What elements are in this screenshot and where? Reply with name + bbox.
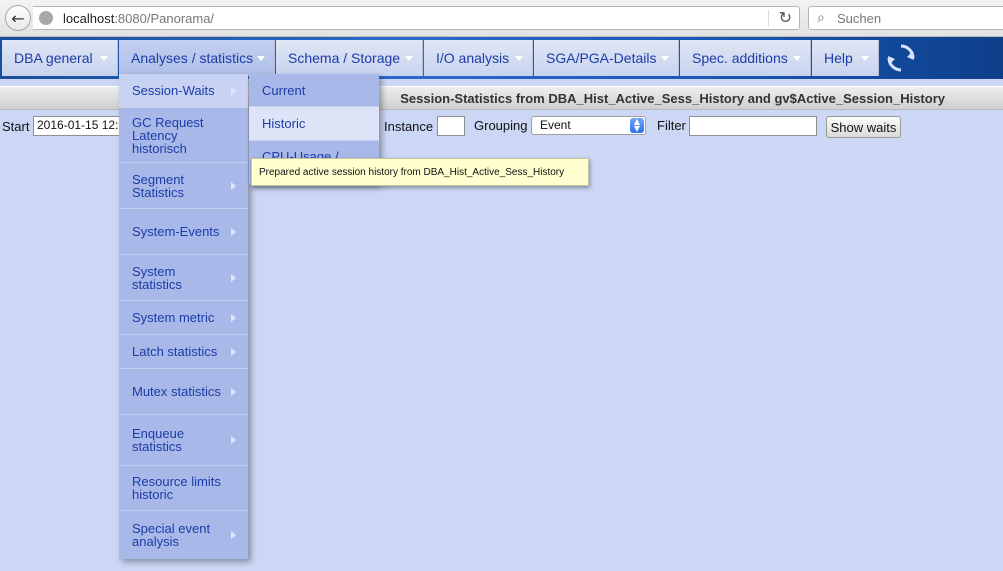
browser-search-input[interactable]: ⌕ Suchen	[808, 6, 1003, 30]
reload-icon[interactable]: ↻	[779, 8, 792, 27]
dropdown-item-resource-limits[interactable]: Resource limits historic	[119, 466, 248, 511]
dropdown-item-mutex-statistics[interactable]: Mutex statistics	[119, 369, 248, 415]
instance-input[interactable]	[437, 116, 465, 136]
instance-label: Instance	[384, 119, 434, 134]
menu-io-analysis[interactable]: I/O analysis	[424, 40, 533, 76]
dropdown-item-system-events[interactable]: System-Events	[119, 209, 248, 255]
start-label: Start	[2, 119, 30, 134]
search-icon: ⌕	[817, 10, 825, 26]
dropdown-item-system-statistics[interactable]: System statistics	[119, 255, 248, 301]
filter-input[interactable]	[689, 116, 817, 136]
show-waits-button[interactable]: Show waits	[826, 116, 901, 138]
grouping-select[interactable]: Event ▲ ▼	[531, 116, 646, 135]
menu-schema-storage[interactable]: Schema / Storage	[276, 40, 423, 76]
dropdown-item-special-event[interactable]: Special event analysis	[119, 511, 248, 559]
dropdown-item-session-waits[interactable]: Session-Waits	[119, 74, 248, 108]
globe-icon	[39, 11, 53, 25]
dropdown-item-system-metric[interactable]: System metric	[119, 301, 248, 335]
dropdown-item-gc-request-latency[interactable]: GC Request Latency historisch	[119, 108, 248, 163]
submenu-item-current[interactable]: Current	[249, 74, 379, 107]
page-title: Session-Statistics from DBA_Hist_Active_…	[400, 91, 945, 106]
analyses-dropdown: Session-Waits GC Request Latency histori…	[119, 74, 248, 559]
url-text: localhost:8080/Panorama/	[63, 11, 215, 26]
grouping-label: Grouping	[474, 118, 528, 133]
start-date-input[interactable]: 2016-01-15 12:	[33, 116, 121, 136]
submenu-item-historic[interactable]: Historic	[249, 107, 379, 141]
refresh-icon[interactable]	[884, 41, 918, 75]
dropdown-item-enqueue-statistics[interactable]: Enqueue statistics	[119, 415, 248, 466]
dropdown-item-latch-statistics[interactable]: Latch statistics	[119, 335, 248, 369]
filter-label: Filter	[657, 118, 686, 133]
search-placeholder: Suchen	[837, 11, 882, 26]
menu-dba-general[interactable]: DBA general	[2, 40, 118, 76]
back-icon[interactable]: ←	[5, 5, 31, 31]
menu-analyses-statistics[interactable]: Analyses / statistics	[119, 40, 275, 76]
main-menubar: DBA general Analyses / statistics Schema…	[0, 37, 1003, 79]
menu-sga-pga-details[interactable]: SGA/PGA-Details	[534, 40, 679, 76]
menu-spec-additions[interactable]: Spec. additions	[680, 40, 811, 76]
menu-help[interactable]: Help	[812, 40, 879, 76]
dropdown-item-segment-statistics[interactable]: Segment Statistics	[119, 163, 248, 209]
tooltip: Prepared active session history from DBA…	[251, 158, 589, 186]
browser-toolbar: ← localhost:8080/Panorama/ ↻ ⌕ Suchen	[0, 0, 1003, 37]
select-arrow-icon: ▲ ▼	[630, 118, 644, 133]
url-bar[interactable]: localhost:8080/Panorama/ ↻	[33, 6, 800, 30]
